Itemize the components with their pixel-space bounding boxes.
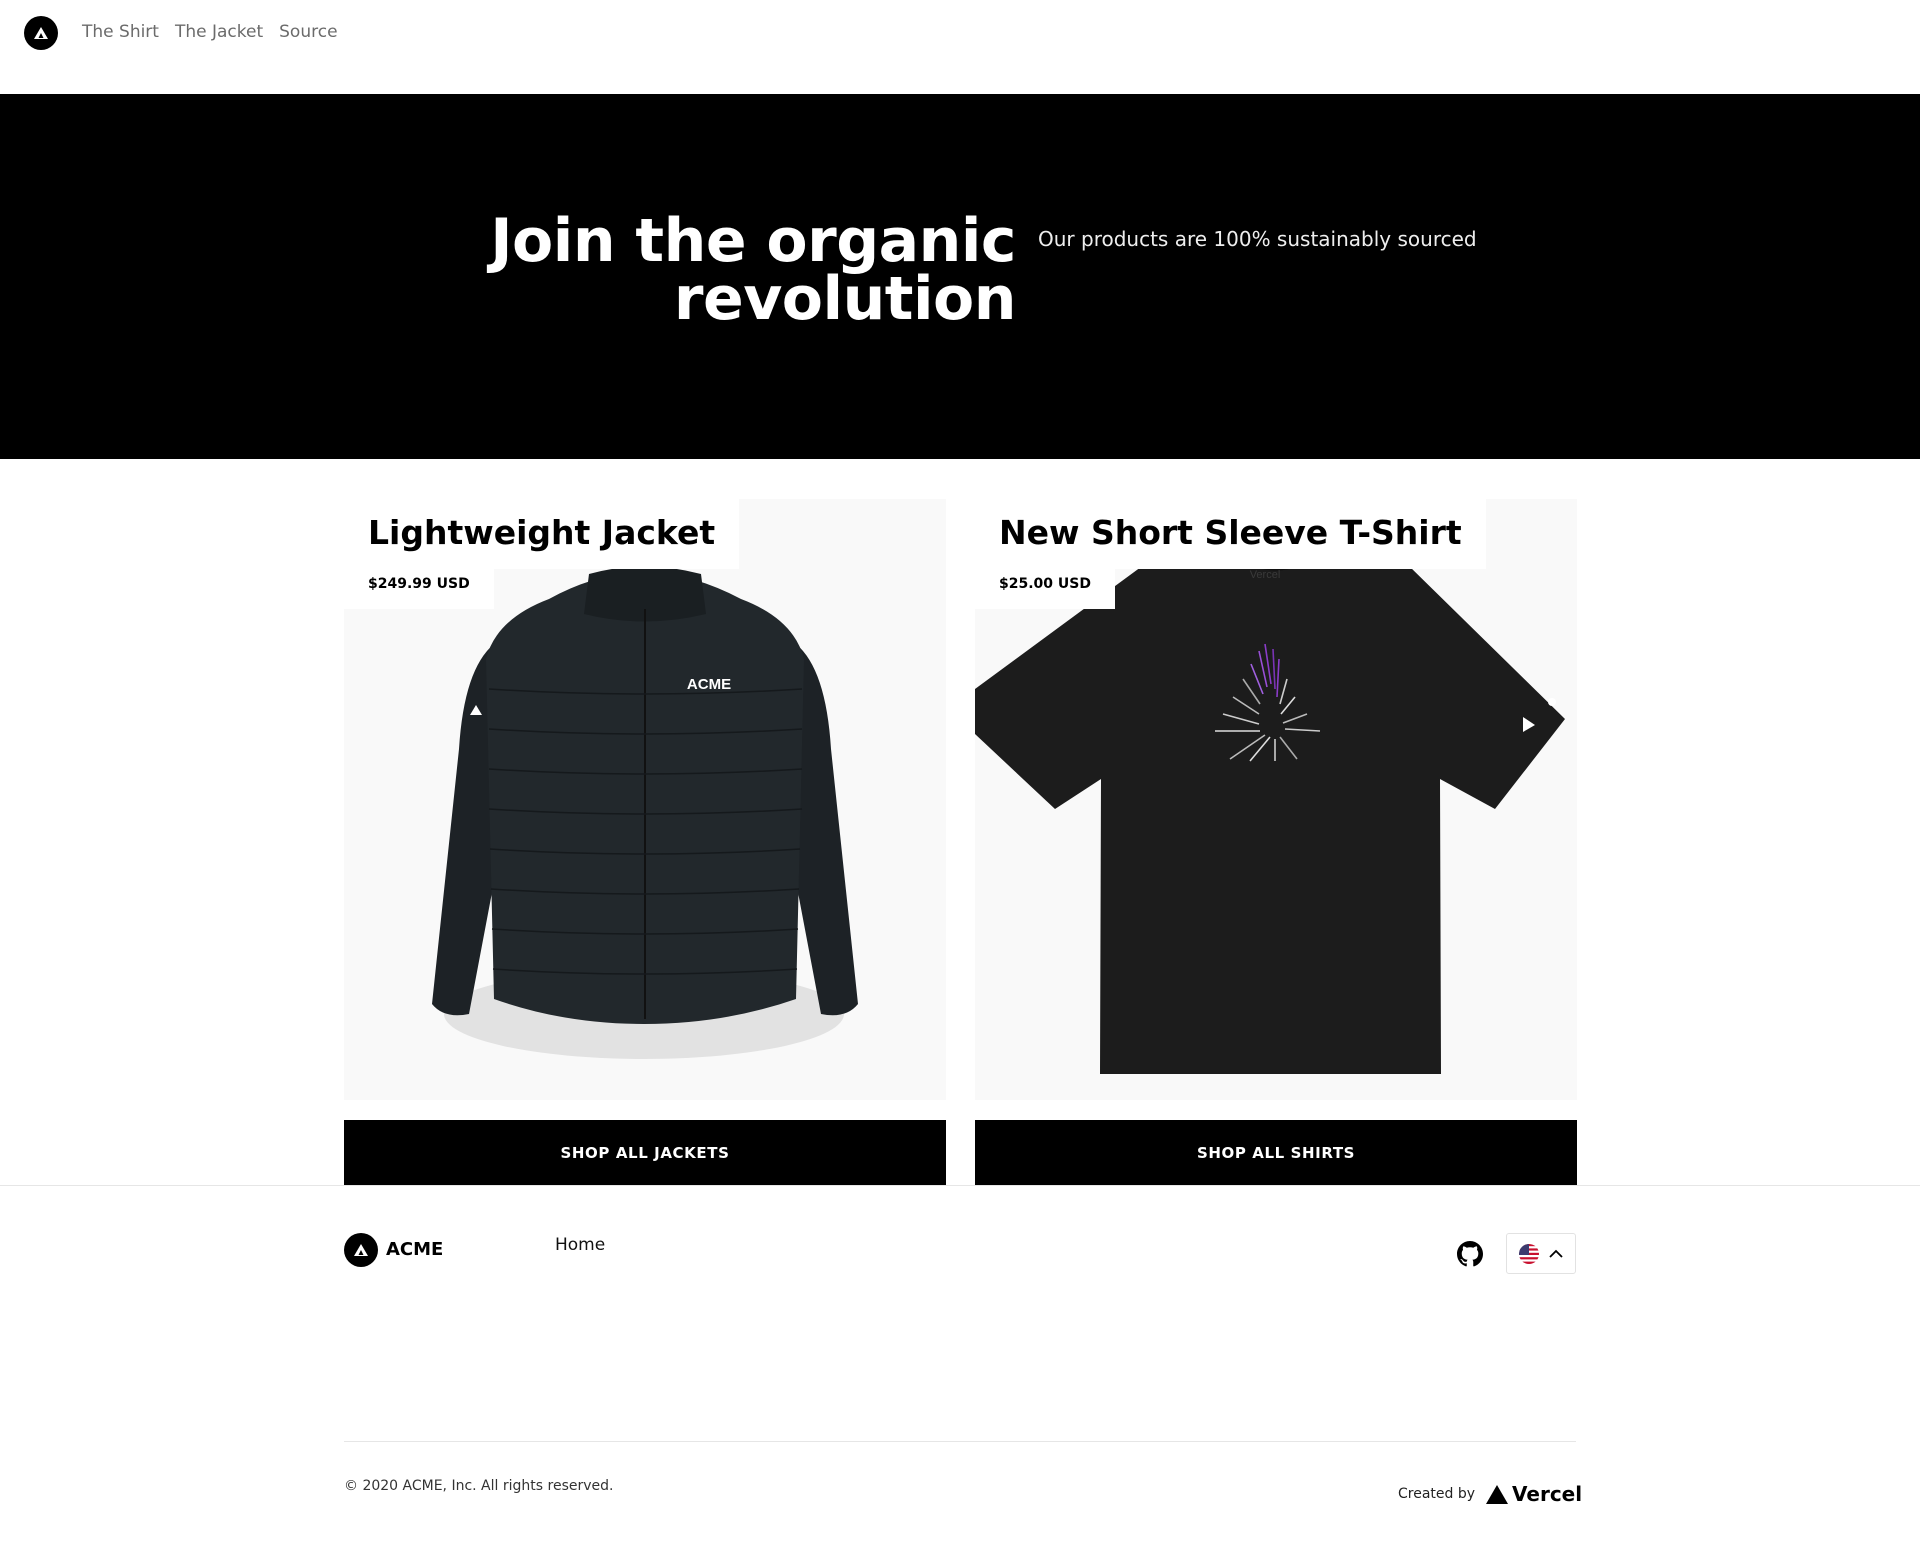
vercel-wordmark: Vercel xyxy=(1512,1482,1583,1506)
hero-title-line2: revolution xyxy=(673,264,1017,334)
hero-banner: Join the organic revolution Our products… xyxy=(0,94,1920,459)
github-icon[interactable] xyxy=(1457,1241,1483,1267)
nav-link-the-jacket[interactable]: The Jacket xyxy=(175,22,263,42)
acme-logo-icon[interactable] xyxy=(24,16,58,50)
footer-divider xyxy=(0,1185,1920,1186)
footer-home-link[interactable]: Home xyxy=(555,1235,605,1255)
hero-subtitle: Our products are 100% sustainably source… xyxy=(1038,227,1477,251)
shop-all-shirts-button[interactable]: SHOP ALL SHIRTS xyxy=(975,1120,1577,1185)
product-card-shirt[interactable]: Vercel New Short Sleeve T-Shirt $25.00 U… xyxy=(975,499,1577,1100)
product-price-shirt: $25.00 USD xyxy=(975,569,1115,609)
locale-selector[interactable] xyxy=(1506,1233,1576,1274)
created-by-label: Created by xyxy=(1398,1486,1476,1502)
vercel-triangle-icon xyxy=(1486,1484,1508,1504)
jacket-brand-print: ACME xyxy=(687,676,731,693)
chevron-up-icon xyxy=(1549,1249,1563,1258)
nav-link-the-shirt[interactable]: The Shirt xyxy=(82,22,159,42)
product-card-jacket[interactable]: ACME Lightweight Jacket $249.99 USD xyxy=(344,499,946,1100)
us-flag-icon xyxy=(1519,1243,1539,1264)
copyright-text: © 2020 ACME, Inc. All rights reserved. xyxy=(344,1478,614,1494)
nav-link-source[interactable]: Source xyxy=(279,22,337,42)
top-nav: The Shirt The Jacket Source xyxy=(0,0,1920,94)
product-title-jacket[interactable]: Lightweight Jacket xyxy=(344,499,740,569)
footer-brand-name: ACME xyxy=(386,1239,444,1260)
vercel-logo[interactable]: Vercel xyxy=(1486,1482,1582,1506)
shirt-brand-print: Vercel xyxy=(1250,569,1281,581)
product-title-shirt[interactable]: New Short Sleeve T-Shirt xyxy=(975,499,1486,569)
shop-all-jackets-button[interactable]: SHOP ALL JACKETS xyxy=(344,1120,946,1185)
footer-acme-logo-icon[interactable] xyxy=(344,1233,378,1267)
nav-links: The Shirt The Jacket Source xyxy=(82,22,338,42)
product-price-jacket: $249.99 USD xyxy=(344,569,494,609)
footer-bottom-divider xyxy=(344,1441,1576,1442)
hero-title: Join the organic revolution xyxy=(376,211,1016,329)
